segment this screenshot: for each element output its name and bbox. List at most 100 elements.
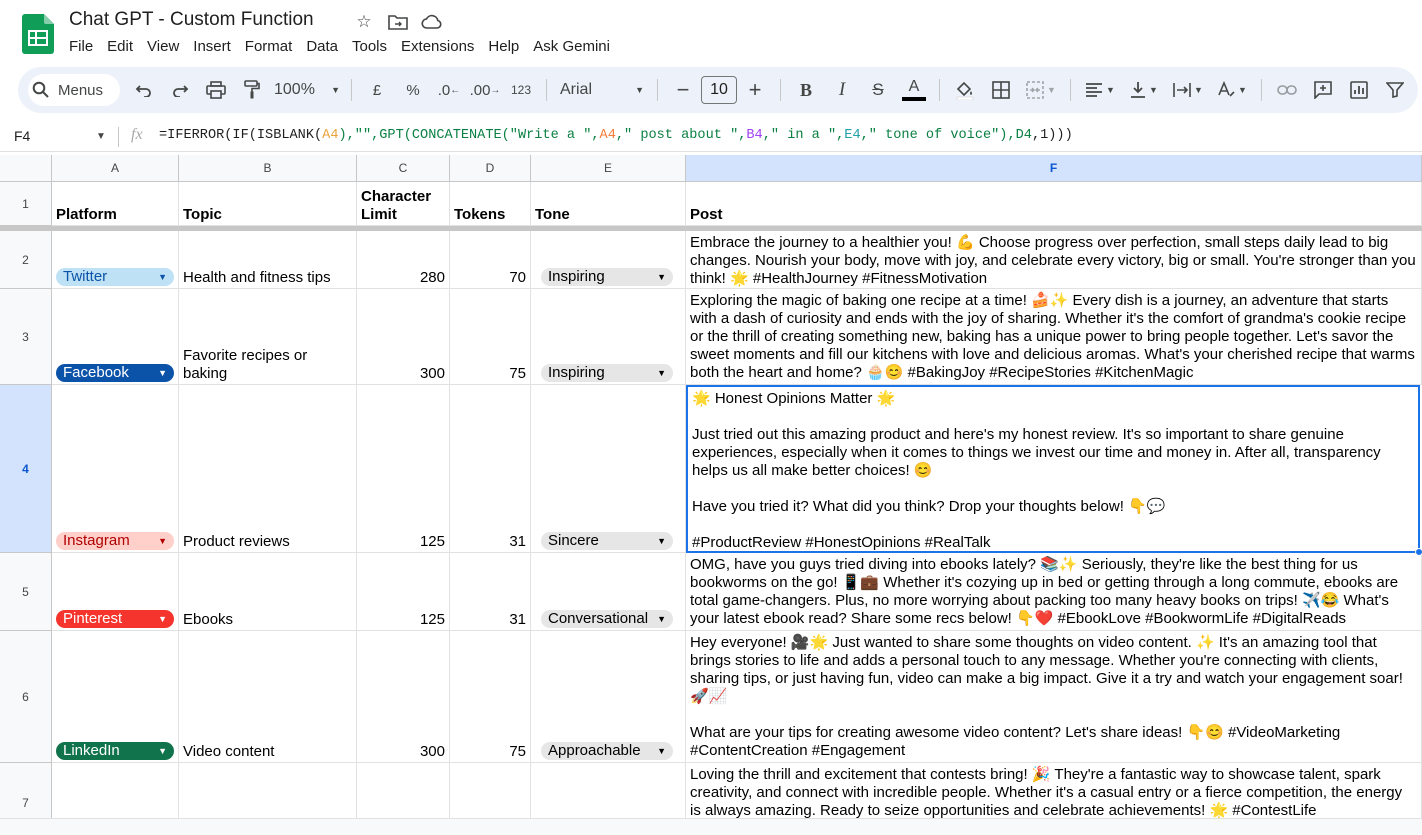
text-rotation-button[interactable]: ▼ — [1210, 74, 1254, 106]
menu-data[interactable]: Data — [299, 36, 345, 57]
header-cell-tone[interactable]: Tone — [531, 182, 686, 226]
platform-cell[interactable]: LinkedIn ▼ — [52, 631, 179, 763]
column-header-a[interactable]: A — [52, 155, 179, 182]
post-cell[interactable]: Hey everyone! 🎥🌟 Just wanted to share so… — [686, 631, 1422, 763]
char-limit-cell[interactable]: 125 — [357, 553, 450, 631]
menu-file[interactable]: File — [62, 36, 100, 57]
more-formats-button[interactable]: 123 — [503, 74, 539, 106]
document-title[interactable]: Chat GPT - Custom Function — [69, 9, 314, 31]
char-limit-cell[interactable]: 300 — [357, 289, 450, 385]
menu-format[interactable]: Format — [238, 36, 300, 57]
post-cell[interactable]: OMG, have you guys tried diving into ebo… — [686, 553, 1422, 631]
row-header-1[interactable]: 1 — [0, 182, 52, 226]
tone-chip[interactable]: Approachable ▼ — [541, 742, 673, 760]
char-limit-cell[interactable]: 280 — [357, 231, 450, 289]
menu-help[interactable]: Help — [481, 36, 526, 57]
print-button[interactable] — [198, 74, 234, 106]
topic-cell[interactable]: Ebooks — [179, 553, 357, 631]
row-header-2[interactable]: 2 — [0, 231, 52, 289]
post-cell[interactable]: Embrace the journey to a healthier you! … — [686, 231, 1422, 289]
tokens-cell[interactable]: 70 — [450, 231, 531, 289]
fill-color-button[interactable] — [947, 74, 983, 106]
name-box[interactable]: F4 — [14, 128, 30, 144]
sheets-logo-icon[interactable] — [22, 14, 54, 54]
topic-cell[interactable]: Video content — [179, 631, 357, 763]
tone-cell[interactable]: Inspiring ▼ — [531, 231, 686, 289]
platform-cell[interactable]: Twitter ▼ — [52, 231, 179, 289]
menu-extensions[interactable]: Extensions — [394, 36, 481, 57]
tone-cell[interactable]: Conversational ▼ — [531, 553, 686, 631]
tone-cell[interactable]: Sincere ▼ — [531, 385, 686, 553]
platform-chip[interactable]: Instagram ▼ — [56, 532, 174, 550]
topic-cell[interactable]: Product reviews — [179, 385, 357, 553]
platform-chip[interactable]: Twitter ▼ — [56, 268, 174, 286]
column-header-d[interactable]: D — [450, 155, 531, 182]
increase-decimal-button[interactable]: .00 → — [467, 74, 503, 106]
cloud-status-icon[interactable] — [420, 11, 444, 33]
tone-cell[interactable]: Approachable ▼ — [531, 631, 686, 763]
post-cell[interactable]: Exploring the magic of baking one recipe… — [686, 289, 1422, 385]
decrease-decimal-button[interactable]: .0 ← — [431, 74, 467, 106]
column-header-c[interactable]: C — [357, 155, 450, 182]
horizontal-align-button[interactable]: ▼ — [1078, 74, 1122, 106]
tokens-cell[interactable]: 75 — [450, 631, 531, 763]
header-cell-tokens[interactable]: Tokens — [450, 182, 531, 226]
tokens-cell[interactable]: 31 — [450, 553, 531, 631]
selection-fill-handle[interactable] — [1415, 548, 1422, 556]
move-folder-icon[interactable] — [386, 11, 410, 33]
platform-cell[interactable]: Instagram ▼ — [52, 385, 179, 553]
menus-search-button[interactable]: Menus — [28, 74, 120, 106]
star-icon[interactable]: ☆ — [352, 11, 376, 33]
increase-font-size-button[interactable]: + — [737, 74, 773, 106]
text-color-button[interactable]: A — [896, 74, 932, 106]
insert-chart-button[interactable] — [1341, 74, 1377, 106]
row-header-3[interactable]: 3 — [0, 289, 52, 385]
vertical-align-button[interactable]: ▼ — [1122, 74, 1166, 106]
horizontal-scrollbar[interactable] — [0, 818, 1422, 835]
paint-format-button[interactable] — [234, 74, 270, 106]
topic-cell[interactable]: Favorite recipes or baking — [179, 289, 357, 385]
row-header-6[interactable]: 6 — [0, 631, 52, 763]
tone-cell[interactable]: Inspiring ▼ — [531, 289, 686, 385]
platform-cell[interactable]: Pinterest ▼ — [52, 553, 179, 631]
text-wrapping-button[interactable]: ▼ — [1166, 74, 1210, 106]
menu-ask-gemini[interactable]: Ask Gemini — [526, 36, 617, 57]
insert-comment-button[interactable] — [1305, 74, 1341, 106]
percent-format-button[interactable]: % — [395, 74, 431, 106]
font-select[interactable]: Arial ▼ — [554, 74, 650, 106]
row-header-5[interactable]: 5 — [0, 553, 52, 631]
tone-chip[interactable]: Inspiring ▼ — [541, 364, 673, 382]
column-header-b[interactable]: B — [179, 155, 357, 182]
header-cell-post[interactable]: Post — [686, 182, 1422, 226]
decrease-font-size-button[interactable]: − — [665, 74, 701, 106]
italic-button[interactable]: I — [824, 74, 860, 106]
platform-cell[interactable]: Facebook ▼ — [52, 289, 179, 385]
active-post-cell[interactable]: 🌟 Honest Opinions Matter 🌟 Just tried ou… — [686, 385, 1420, 553]
tone-chip[interactable]: Conversational ▼ — [541, 610, 673, 628]
menu-tools[interactable]: Tools — [345, 36, 394, 57]
column-header-e[interactable]: E — [531, 155, 686, 182]
formula-input[interactable]: =IFERROR(IF(ISBLANK(A4),"",GPT(CONCATENA… — [159, 128, 1073, 143]
insert-link-button[interactable] — [1269, 74, 1305, 106]
menu-edit[interactable]: Edit — [100, 36, 140, 57]
tone-chip[interactable]: Inspiring ▼ — [541, 268, 673, 286]
menu-view[interactable]: View — [140, 36, 186, 57]
char-limit-cell[interactable]: 300 — [357, 631, 450, 763]
tone-chip[interactable]: Sincere ▼ — [541, 532, 673, 550]
tokens-cell[interactable]: 75 — [450, 289, 531, 385]
chevron-down-icon[interactable]: ▼ — [96, 131, 106, 142]
create-filter-button[interactable] — [1377, 74, 1413, 106]
menu-insert[interactable]: Insert — [186, 36, 238, 57]
header-cell-platform[interactable]: Platform — [52, 182, 179, 226]
currency-format-button[interactable]: £ — [359, 74, 395, 106]
borders-button[interactable] — [983, 74, 1019, 106]
merge-cells-button[interactable]: ▼ — [1019, 74, 1063, 106]
header-cell-character-limit[interactable]: Character Limit — [357, 182, 450, 226]
char-limit-cell[interactable]: 125 — [357, 385, 450, 553]
zoom-select[interactable]: 100% ▼ — [270, 74, 344, 106]
platform-chip[interactable]: LinkedIn ▼ — [56, 742, 174, 760]
bold-button[interactable]: B — [788, 74, 824, 106]
platform-chip[interactable]: Facebook ▼ — [56, 364, 174, 382]
font-size-input[interactable]: 10 — [701, 76, 737, 104]
strikethrough-button[interactable]: S — [860, 74, 896, 106]
